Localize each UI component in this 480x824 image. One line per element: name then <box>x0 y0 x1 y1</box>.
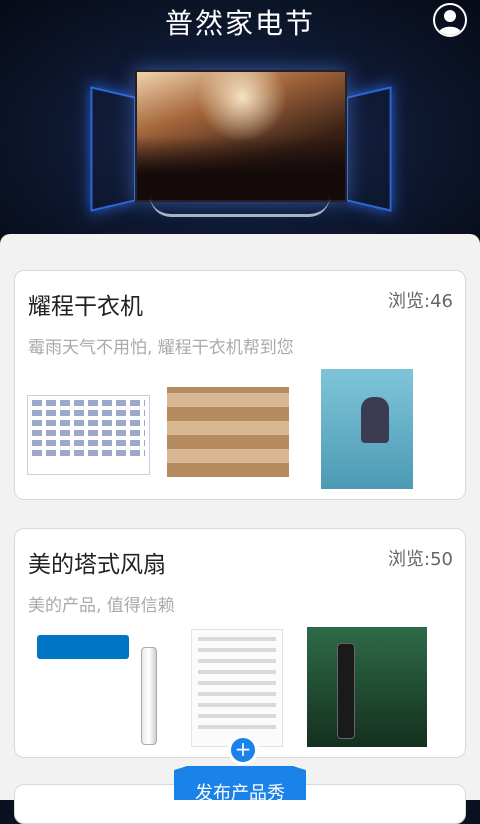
user-profile-button[interactable] <box>433 3 467 37</box>
product-image-fan-promo[interactable] <box>307 627 427 747</box>
brand-banner <box>37 635 129 659</box>
spec-line <box>198 703 276 707</box>
spec-row <box>32 440 145 446</box>
dryer-person <box>361 397 389 443</box>
publish-label: 发布产品秀 <box>195 783 285 800</box>
page-title: 普然家电节 <box>164 7 315 40</box>
spec-line <box>198 659 276 663</box>
banner-tv-image <box>135 70 347 202</box>
tv-stand <box>150 196 330 217</box>
spec-row <box>32 430 145 436</box>
spec-row <box>32 450 145 456</box>
view-count: 浏览:50 <box>388 549 453 570</box>
tower-fan <box>141 647 157 745</box>
spec-row <box>32 410 145 416</box>
banner-light-frame-right <box>346 86 392 212</box>
product-description: 美的产品, 值得信赖 <box>28 596 175 616</box>
user-icon <box>438 10 462 35</box>
spec-line <box>198 714 276 718</box>
spec-row <box>32 400 145 406</box>
spec-line <box>198 692 276 696</box>
view-count: 浏览:46 <box>388 291 453 312</box>
plus-icon[interactable]: + <box>228 735 258 765</box>
product-image-boxes[interactable] <box>167 387 289 477</box>
tv-crowd-silhouette <box>137 136 345 200</box>
product-title: 美的塔式风扇 <box>28 552 166 578</box>
tower-fan <box>337 643 355 739</box>
product-description: 霉雨天气不用怕, 耀程干衣机帮到您 <box>28 338 294 358</box>
publish-product-button[interactable]: 发布产品秀 <box>174 766 306 800</box>
spec-line <box>198 725 276 729</box>
product-card[interactable]: 美的塔式风扇 浏览:50 美的产品, 值得信赖 <box>14 528 466 758</box>
product-image-spec-table[interactable] <box>27 395 150 475</box>
product-image-midea-ad[interactable] <box>27 627 169 747</box>
content-panel: 耀程干衣机 浏览:46 霉雨天气不用怕, 耀程干衣机帮到您 美的塔式风扇 浏览:… <box>0 234 480 824</box>
product-image-spec-page[interactable] <box>191 629 283 747</box>
banner-light-frame-left <box>90 86 136 212</box>
tv-stage-light <box>197 72 287 142</box>
product-card[interactable]: 耀程干衣机 浏览:46 霉雨天气不用怕, 耀程干衣机帮到您 <box>14 270 466 500</box>
hero-banner: 普然家电节 <box>0 0 480 250</box>
product-image-dryer[interactable] <box>321 369 413 489</box>
product-title: 耀程干衣机 <box>28 294 143 320</box>
spec-line <box>198 670 276 674</box>
spec-line <box>198 681 276 685</box>
spec-line <box>198 648 276 652</box>
spec-row <box>32 420 145 426</box>
spec-line <box>198 637 276 641</box>
